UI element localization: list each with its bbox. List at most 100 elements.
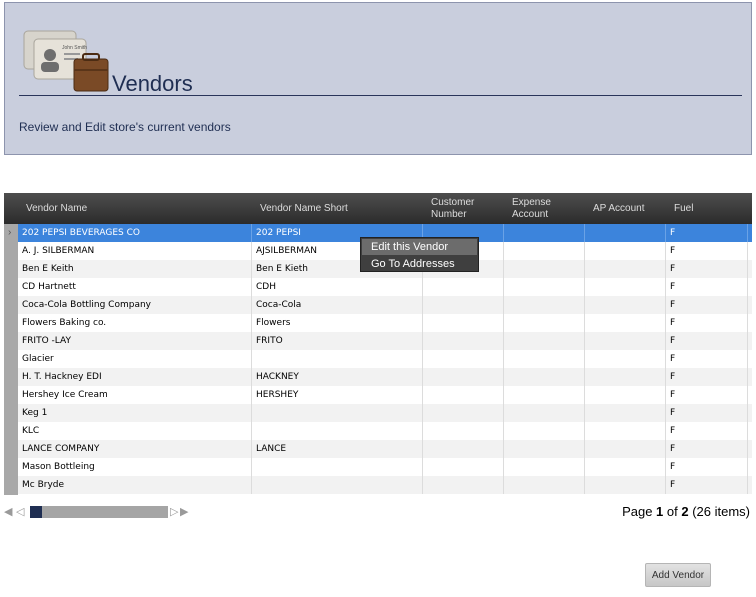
cell-ap-account[interactable] <box>585 314 666 332</box>
column-header-ap-account[interactable]: AP Account <box>589 193 670 224</box>
cell-vendor-name[interactable]: LANCE COMPANY <box>18 440 252 458</box>
cell-ap-account[interactable] <box>585 350 666 368</box>
cell-vendor-name[interactable]: Ben E Keith <box>18 260 252 278</box>
cell-fuel[interactable]: F <box>666 368 748 386</box>
cell-ap-account[interactable] <box>585 260 666 278</box>
cell-expense-account[interactable] <box>504 386 585 404</box>
cell-customer-number[interactable] <box>423 296 504 314</box>
first-page-icon[interactable]: ◀ <box>4 505 12 519</box>
cell-expense-account[interactable] <box>504 296 585 314</box>
cell-ap-account[interactable] <box>585 476 666 494</box>
cell-vendor-name-short[interactable]: HACKNEY <box>252 368 423 386</box>
table-row[interactable]: Keg 1 F <box>18 404 752 422</box>
cell-vendor-name[interactable]: Flowers Baking co. <box>18 314 252 332</box>
cell-ap-account[interactable] <box>585 458 666 476</box>
table-row[interactable]: H. T. Hackney EDI HACKNEY F <box>18 368 752 386</box>
cell-ap-account[interactable] <box>585 386 666 404</box>
last-page-icon[interactable]: ▶ <box>180 505 188 519</box>
context-menu-go-to-addresses[interactable]: Go To Addresses <box>362 256 477 272</box>
cell-customer-number[interactable] <box>423 404 504 422</box>
cell-fuel[interactable]: F <box>666 242 748 260</box>
cell-fuel[interactable]: F <box>666 224 748 242</box>
table-row[interactable]: Mc Bryde F <box>18 476 752 494</box>
cell-vendor-name[interactable]: KLC <box>18 422 252 440</box>
column-header-customer-number[interactable]: Customer Number <box>427 193 508 224</box>
cell-vendor-name[interactable]: 202 PEPSI BEVERAGES CO <box>18 224 252 242</box>
cell-ap-account[interactable] <box>585 278 666 296</box>
cell-customer-number[interactable] <box>423 332 504 350</box>
column-header-vendor-name-short[interactable]: Vendor Name Short <box>256 193 427 224</box>
cell-customer-number[interactable] <box>423 422 504 440</box>
cell-fuel[interactable]: F <box>666 278 748 296</box>
cell-vendor-name[interactable]: Coca-Cola Bottling Company <box>18 296 252 314</box>
cell-fuel[interactable]: F <box>666 458 748 476</box>
cell-customer-number[interactable] <box>423 476 504 494</box>
column-header-vendor-name[interactable]: Vendor Name <box>22 193 256 224</box>
cell-customer-number[interactable] <box>423 350 504 368</box>
cell-vendor-name-short[interactable]: FRITO <box>252 332 423 350</box>
cell-fuel[interactable]: F <box>666 422 748 440</box>
cell-fuel[interactable]: F <box>666 260 748 278</box>
cell-customer-number[interactable] <box>423 440 504 458</box>
cell-ap-account[interactable] <box>585 440 666 458</box>
page-scrollbar-thumb[interactable] <box>30 506 42 518</box>
cell-vendor-name-short[interactable]: Coca-Cola <box>252 296 423 314</box>
page-scrollbar[interactable] <box>30 506 168 518</box>
cell-vendor-name-short[interactable] <box>252 350 423 368</box>
cell-vendor-name-short[interactable] <box>252 404 423 422</box>
add-vendor-button[interactable]: Add Vendor <box>645 563 711 587</box>
table-row[interactable]: Coca-Cola Bottling Company Coca-Cola F <box>18 296 752 314</box>
table-row[interactable]: Glacier F <box>18 350 752 368</box>
cell-vendor-name[interactable]: CD Hartnett <box>18 278 252 296</box>
cell-vendor-name[interactable]: H. T. Hackney EDI <box>18 368 252 386</box>
cell-vendor-name-short[interactable]: CDH <box>252 278 423 296</box>
cell-vendor-name[interactable]: Glacier <box>18 350 252 368</box>
cell-vendor-name-short[interactable] <box>252 422 423 440</box>
cell-expense-account[interactable] <box>504 224 585 242</box>
table-row[interactable]: LANCE COMPANY LANCE F <box>18 440 752 458</box>
cell-vendor-name-short[interactable] <box>252 458 423 476</box>
cell-expense-account[interactable] <box>504 404 585 422</box>
cell-customer-number[interactable] <box>423 386 504 404</box>
cell-vendor-name[interactable]: Mc Bryde <box>18 476 252 494</box>
cell-vendor-name-short[interactable] <box>252 476 423 494</box>
cell-vendor-name-short[interactable]: LANCE <box>252 440 423 458</box>
cell-vendor-name-short[interactable]: HERSHEY <box>252 386 423 404</box>
cell-vendor-name-short[interactable]: Flowers <box>252 314 423 332</box>
table-row[interactable]: Hershey Ice Cream HERSHEY F <box>18 386 752 404</box>
cell-fuel[interactable]: F <box>666 476 748 494</box>
cell-customer-number[interactable] <box>423 314 504 332</box>
cell-fuel[interactable]: F <box>666 314 748 332</box>
cell-expense-account[interactable] <box>504 260 585 278</box>
cell-vendor-name[interactable]: Hershey Ice Cream <box>18 386 252 404</box>
context-menu-edit-vendor[interactable]: Edit this Vendor <box>362 239 477 255</box>
table-row[interactable]: CD Hartnett CDH F <box>18 278 752 296</box>
prev-page-icon[interactable]: ◁ <box>16 505 24 519</box>
table-row[interactable]: KLC F <box>18 422 752 440</box>
cell-fuel[interactable]: F <box>666 440 748 458</box>
column-header-expense-account[interactable]: Expense Account <box>508 193 589 224</box>
cell-expense-account[interactable] <box>504 278 585 296</box>
cell-fuel[interactable]: F <box>666 386 748 404</box>
cell-customer-number[interactable] <box>423 278 504 296</box>
cell-ap-account[interactable] <box>585 224 666 242</box>
cell-vendor-name[interactable]: A. J. SILBERMAN <box>18 242 252 260</box>
cell-ap-account[interactable] <box>585 422 666 440</box>
cell-ap-account[interactable] <box>585 404 666 422</box>
cell-expense-account[interactable] <box>504 368 585 386</box>
cell-customer-number[interactable] <box>423 458 504 476</box>
table-row[interactable]: FRITO -LAY FRITO F <box>18 332 752 350</box>
column-header-fuel[interactable]: Fuel <box>670 193 750 224</box>
table-row[interactable]: Flowers Baking co. Flowers F <box>18 314 752 332</box>
cell-fuel[interactable]: F <box>666 332 748 350</box>
cell-expense-account[interactable] <box>504 422 585 440</box>
cell-vendor-name[interactable]: Keg 1 <box>18 404 252 422</box>
cell-customer-number[interactable] <box>423 368 504 386</box>
table-row[interactable]: Mason Bottleing F <box>18 458 752 476</box>
cell-expense-account[interactable] <box>504 242 585 260</box>
next-page-icon[interactable]: ▷ <box>170 505 178 519</box>
cell-expense-account[interactable] <box>504 314 585 332</box>
cell-fuel[interactable]: F <box>666 350 748 368</box>
cell-ap-account[interactable] <box>585 368 666 386</box>
cell-ap-account[interactable] <box>585 242 666 260</box>
